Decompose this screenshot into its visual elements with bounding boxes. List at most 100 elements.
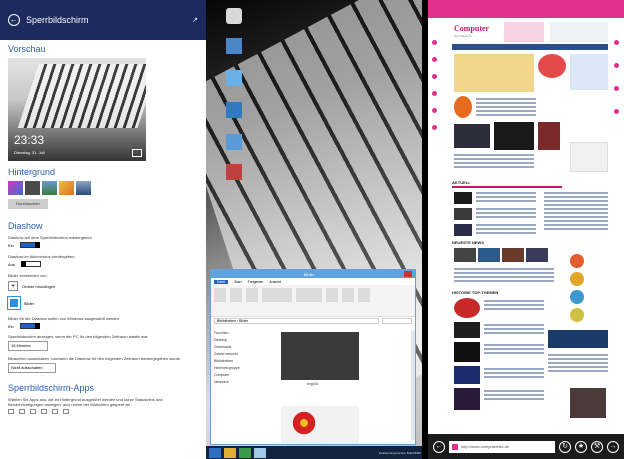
background-thumb-4[interactable] (59, 181, 74, 195)
tab-view[interactable]: Ansicht (269, 280, 280, 284)
video-thumb[interactable] (494, 122, 534, 150)
header-ad[interactable] (504, 22, 544, 42)
side-image[interactable] (570, 388, 606, 418)
recycle-bin-icon[interactable] (226, 8, 242, 24)
app-logo[interactable] (570, 272, 584, 286)
address-bar[interactable]: Bibliotheken › Bilder (214, 318, 379, 324)
nav-item[interactable]: Favoriten (214, 330, 258, 337)
image-thumbnail-flower[interactable] (281, 406, 359, 444)
settings-header-title: Sperrbildschirm (26, 15, 89, 25)
url-input[interactable]: http://www.computerbild.de (449, 440, 555, 453)
nav-item[interactable]: Computer (214, 372, 258, 379)
app-logo[interactable] (570, 308, 584, 322)
lock-app-slot[interactable] (41, 409, 47, 414)
folder-icon[interactable] (224, 447, 236, 458)
close-icon[interactable] (404, 271, 412, 277)
inactive-select[interactable]: 15 Minuten (8, 341, 48, 351)
firefox-logo[interactable] (454, 96, 472, 118)
explorer-scrollbar[interactable] (411, 330, 415, 440)
add-folder-row[interactable]: + Ordner hinzufügen (0, 278, 206, 294)
video-thumb[interactable] (454, 124, 490, 148)
ribbon-button[interactable] (358, 288, 370, 302)
app-logo[interactable] (570, 254, 584, 268)
screen-off-select[interactable]: Nicht ausschalten (8, 363, 56, 373)
lock-app-slot[interactable] (8, 409, 14, 414)
slideshow-toggle-switch[interactable] (19, 242, 40, 248)
explorer-titlebar[interactable]: Bilder (211, 270, 415, 278)
computer-icon[interactable] (226, 70, 242, 86)
article-thumb[interactable] (538, 122, 560, 150)
nav-item[interactable]: Bibliotheken (214, 358, 258, 365)
app-icon[interactable] (254, 447, 266, 458)
site-logo[interactable]: Computer (454, 24, 489, 33)
gallery-thumb[interactable] (502, 248, 524, 262)
nav-item[interactable]: Desktop (214, 337, 258, 344)
ribbon-button[interactable] (326, 288, 338, 302)
news-thumb[interactable] (454, 192, 472, 204)
lock-app-slot[interactable] (19, 409, 25, 414)
refresh-icon[interactable]: ↻ (559, 440, 571, 453)
gallery-thumb[interactable] (478, 248, 500, 262)
side-banner[interactable] (548, 330, 608, 348)
nav-item[interactable]: Netzwerk (214, 379, 258, 386)
nav-item[interactable]: Zuletzt besucht (214, 351, 258, 358)
forward-icon[interactable]: → (607, 440, 619, 453)
ie-icon[interactable] (209, 447, 221, 458)
ribbon-button[interactable] (230, 288, 242, 302)
background-thumb-1[interactable] (8, 181, 23, 195)
desktop-shortcut-icon[interactable] (226, 38, 242, 54)
ribbon-button[interactable] (262, 288, 292, 302)
header-links[interactable] (550, 22, 608, 42)
ribbon-button[interactable] (214, 288, 226, 302)
back-icon[interactable]: ← (433, 440, 445, 453)
ribbon-button[interactable] (246, 288, 258, 302)
background-thumb-5[interactable] (76, 181, 91, 195)
user-folder-icon[interactable] (226, 134, 242, 150)
search-input[interactable] (382, 318, 412, 324)
battery-toggle-switch[interactable] (20, 261, 41, 267)
plus-icon: + (8, 281, 18, 291)
network-icon[interactable] (226, 102, 242, 118)
hero-teaser[interactable] (454, 54, 534, 92)
app-shortcut-icon[interactable] (226, 164, 242, 180)
tab-share[interactable]: Freigeben (248, 280, 264, 284)
slideshow-heading: Diashow (8, 221, 43, 231)
lock-screen-preview: 23:33 Dienstag, 31. Juli (8, 58, 146, 161)
wrench-icon[interactable]: ⚒ (591, 440, 603, 453)
promo-badge[interactable] (538, 54, 566, 78)
news-thumb[interactable] (454, 224, 472, 236)
psvita-thumb[interactable] (454, 366, 480, 384)
phone-thumb[interactable] (454, 388, 480, 410)
app-logo[interactable] (570, 290, 584, 304)
topic-logo[interactable] (454, 298, 480, 318)
tab-start[interactable]: Start (234, 280, 241, 284)
news-thumb[interactable] (454, 208, 472, 220)
side-box[interactable] (570, 142, 608, 172)
ribbon-button[interactable] (296, 288, 322, 302)
xbox-thumb[interactable] (454, 342, 480, 362)
store-icon[interactable] (239, 447, 251, 458)
favorite-icon[interactable]: ★ (575, 440, 587, 453)
image-thumbnail-dark[interactable] (281, 332, 359, 380)
ribbon-button[interactable] (342, 288, 354, 302)
back-arrow-icon[interactable]: ← (8, 14, 20, 26)
background-thumb-2[interactable] (25, 181, 40, 195)
pictures-folder-row[interactable]: Bilder (0, 294, 206, 312)
lock-app-slot[interactable] (63, 409, 69, 414)
sidebar-teaser[interactable] (570, 54, 608, 90)
tab-file[interactable]: Datei (214, 279, 229, 284)
news-lines (476, 224, 536, 236)
nav-item[interactable]: Downloads (214, 344, 258, 351)
gallery-thumb[interactable] (526, 248, 548, 262)
nav-item[interactable]: Heimnetzgruppe (214, 365, 258, 372)
section-rule (452, 186, 562, 188)
lock-app-slot[interactable] (30, 409, 36, 414)
topic-thumb[interactable] (454, 322, 480, 338)
background-thumb-3[interactable] (42, 181, 57, 195)
pin-icon[interactable]: ↗ (192, 16, 198, 24)
browse-button[interactable]: Durchsuchen (8, 199, 48, 209)
lock-app-slot[interactable] (52, 409, 58, 414)
gallery-thumb[interactable] (454, 248, 476, 262)
site-nav-bar[interactable] (452, 44, 608, 50)
fit-toggle-switch[interactable] (19, 323, 40, 329)
